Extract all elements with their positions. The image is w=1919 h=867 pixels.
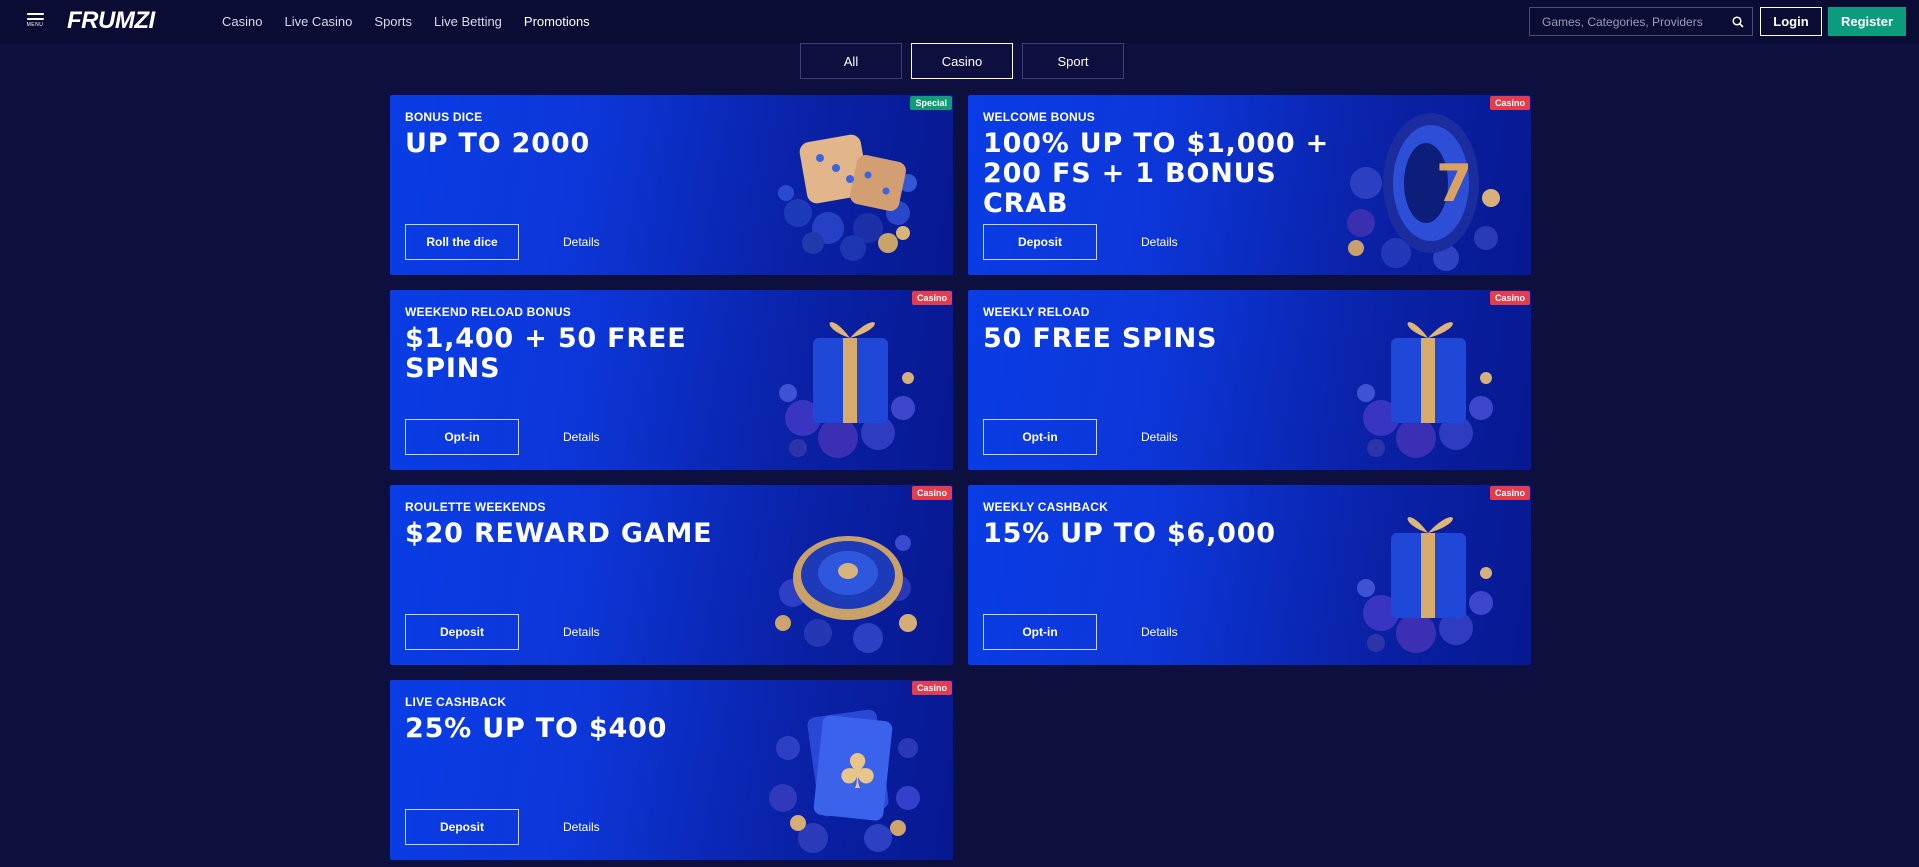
top-header: MENU FRUMZI Casino Live Casino Sports Li… xyxy=(0,0,1919,43)
main-nav: Casino Live Casino Sports Live Betting P… xyxy=(222,0,612,43)
dice-art xyxy=(778,134,917,261)
promo-headline: 100% UP TO $1,000 + 200 FS + 1 BONUS CRA… xyxy=(983,128,1330,219)
svg-text:7: 7 xyxy=(1436,154,1472,214)
tab-all[interactable]: All xyxy=(800,43,902,79)
gift-box-art xyxy=(1357,517,1493,653)
promo-kicker: WEEKEND RELOAD BONUS xyxy=(405,305,572,319)
gift-box-art xyxy=(1357,322,1493,458)
promo-headline: 50 FREE SPINS xyxy=(983,323,1218,354)
promo-filter-tabs: All Casino Sport xyxy=(800,43,1124,79)
promo-kicker: LIVE CASHBACK xyxy=(405,695,507,709)
slot-seven-art: 7 xyxy=(1347,113,1500,271)
promo-card: Special BONUS DICE UP TO 2000 Roll the d… xyxy=(390,95,953,275)
details-link[interactable]: Details xyxy=(563,235,600,249)
promo-card: Casino ROULETTE WEEKENDS $20 REWARD GAME… xyxy=(390,485,953,665)
roll-the-dice-button[interactable]: Roll the dice xyxy=(405,224,519,260)
nav-casino[interactable]: Casino xyxy=(222,14,262,29)
hamburger-icon xyxy=(26,13,44,15)
promo-kicker: ROULETTE WEEKENDS xyxy=(405,500,546,514)
login-button[interactable]: Login xyxy=(1760,7,1822,36)
logo-text: FRUMZI xyxy=(67,7,155,34)
promo-headline: 25% UP TO $400 xyxy=(405,713,668,744)
promo-kicker: WEEKLY CASHBACK xyxy=(983,500,1109,514)
search-icon[interactable] xyxy=(1732,16,1744,28)
cards-art: ♣ xyxy=(769,709,920,853)
deposit-button[interactable]: Deposit xyxy=(983,224,1097,260)
search-input[interactable] xyxy=(1530,14,1726,29)
promo-kicker: WEEKLY RELOAD xyxy=(983,305,1090,319)
menu-label: MENU xyxy=(26,22,44,28)
register-button[interactable]: Register xyxy=(1828,7,1906,36)
menu-button[interactable]: MENU xyxy=(26,13,44,31)
opt-in-button[interactable]: Opt-in xyxy=(405,419,519,455)
nav-sports[interactable]: Sports xyxy=(374,14,412,29)
tab-sport[interactable]: Sport xyxy=(1022,43,1124,79)
promo-headline: $20 REWARD GAME xyxy=(405,518,713,549)
promo-headline: $1,400 + 50 FREE SPINS xyxy=(405,323,687,384)
details-link[interactable]: Details xyxy=(1141,235,1178,249)
details-link[interactable]: Details xyxy=(1141,430,1178,444)
hamburger-icon-bar xyxy=(26,18,44,20)
tab-casino[interactable]: Casino xyxy=(911,43,1013,79)
opt-in-button[interactable]: Opt-in xyxy=(983,614,1097,650)
promo-card: Casino WEEKLY RELOAD 50 FREE SPINS Opt-i… xyxy=(968,290,1531,470)
details-link[interactable]: Details xyxy=(1141,625,1178,639)
opt-in-button[interactable]: Opt-in xyxy=(983,419,1097,455)
svg-text:♣: ♣ xyxy=(836,744,879,800)
promo-headline: UP TO 2000 xyxy=(405,128,591,159)
details-link[interactable]: Details xyxy=(563,625,600,639)
promo-kicker: WELCOME BONUS xyxy=(983,110,1095,124)
promo-card: Casino LIVE CASHBACK 25% UP TO $400 Depo… xyxy=(390,680,953,860)
promo-card: Casino WEEKEND RELOAD BONUS $1,400 + 50 … xyxy=(390,290,953,470)
promo-headline: 15% UP TO $6,000 xyxy=(983,518,1276,549)
roulette-art xyxy=(775,535,917,653)
nav-promotions[interactable]: Promotions xyxy=(524,14,590,29)
promo-kicker: BONUS DICE xyxy=(405,110,483,124)
promo-card: Casino WEEKLY CASHBACK 15% UP TO $6,000 … xyxy=(968,485,1531,665)
details-link[interactable]: Details xyxy=(563,430,600,444)
search-box xyxy=(1529,7,1753,36)
nav-live-casino[interactable]: Live Casino xyxy=(284,14,352,29)
brand-logo[interactable]: FRUMZI xyxy=(67,9,155,33)
nav-live-betting[interactable]: Live Betting xyxy=(434,14,502,29)
gift-box-art xyxy=(779,322,915,458)
deposit-button[interactable]: Deposit xyxy=(405,614,519,650)
details-link[interactable]: Details xyxy=(563,820,600,834)
deposit-button[interactable]: Deposit xyxy=(405,809,519,845)
promo-card: Casino WELCOME BONUS 100% UP TO $1,000 +… xyxy=(968,95,1531,275)
